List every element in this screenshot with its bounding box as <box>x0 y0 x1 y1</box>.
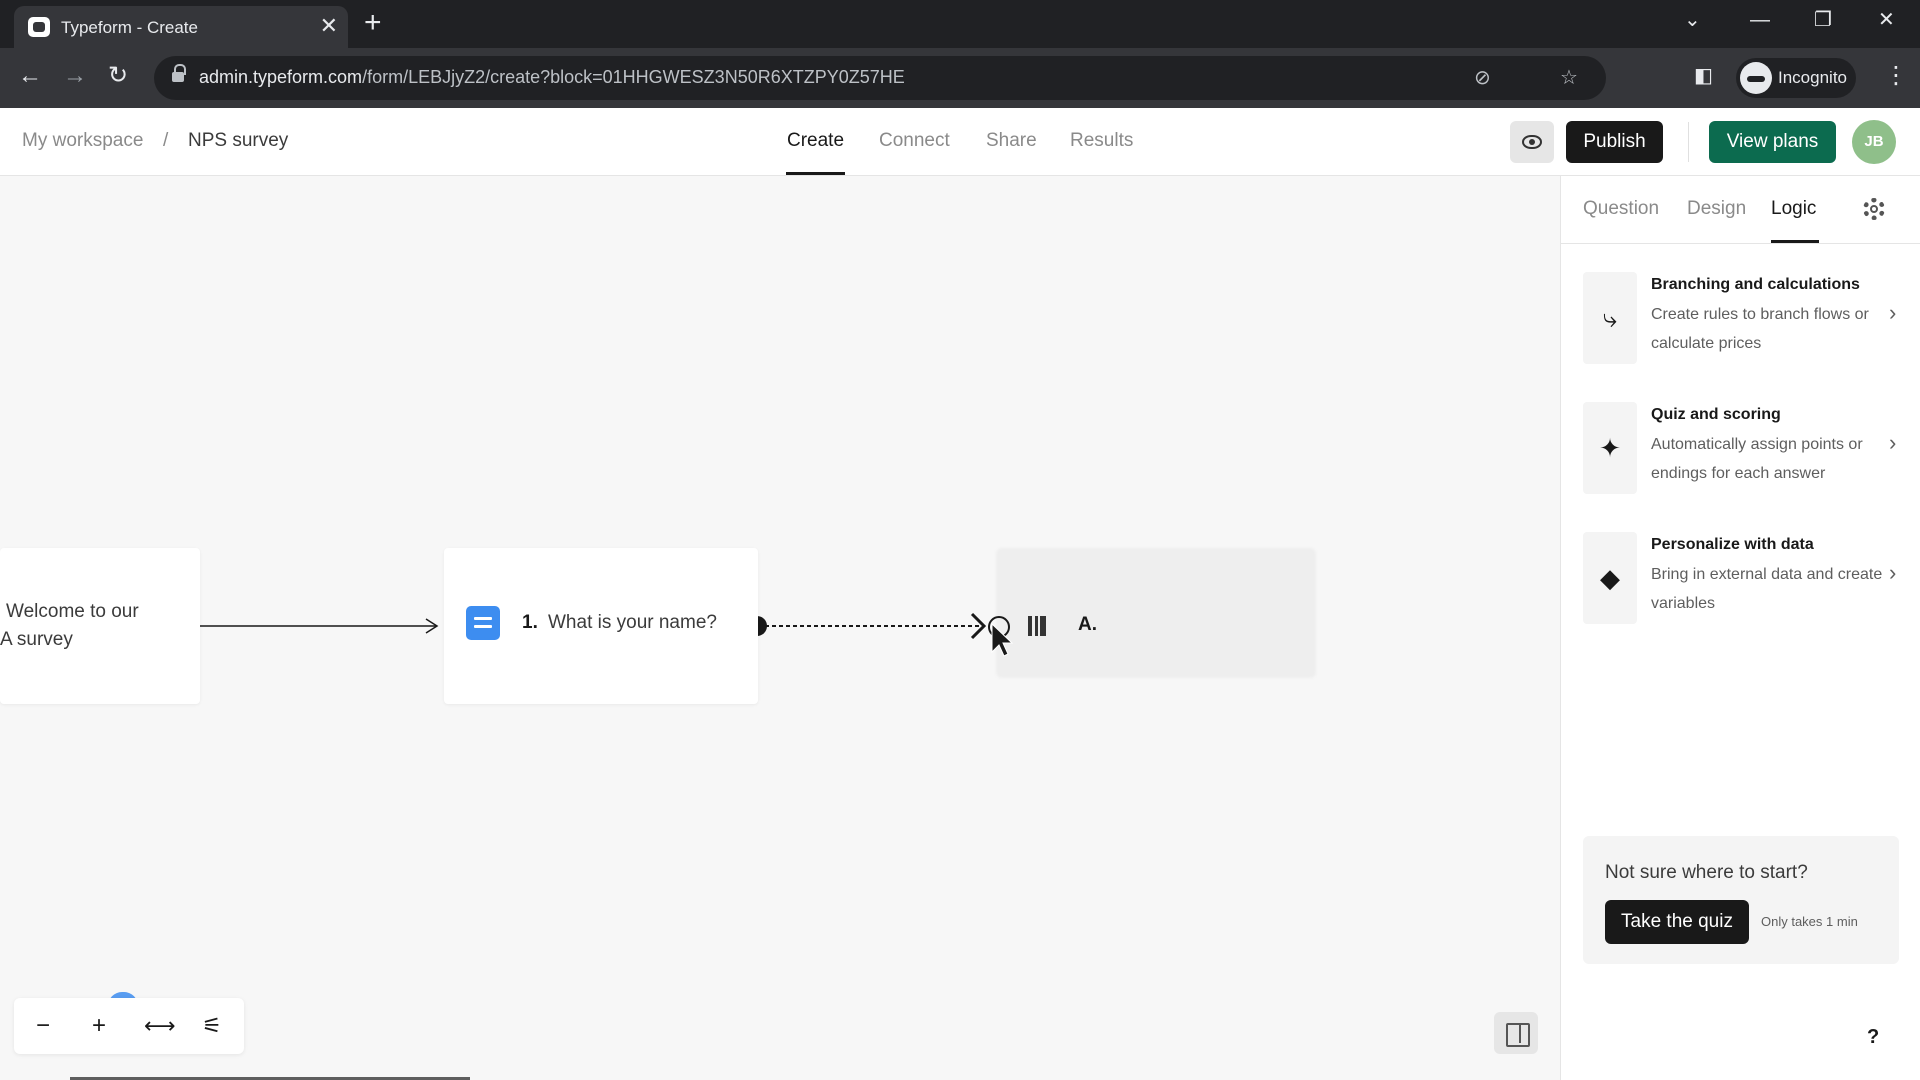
tab-connect[interactable]: Connect <box>879 130 950 152</box>
window-close-icon[interactable]: ✕ <box>1878 8 1895 32</box>
back-icon[interactable]: ← <box>18 62 42 90</box>
short-text-icon <box>466 606 500 640</box>
branch-icon: ⤷ <box>1583 272 1637 364</box>
tab-close-icon[interactable]: ✕ <box>320 14 338 38</box>
panel-divider <box>1561 243 1920 244</box>
question-text: What is your name? <box>548 612 717 633</box>
logic-item-title: Branching and calculations <box>1651 276 1860 293</box>
tab-title: Typeform - Create <box>61 18 198 37</box>
logic-item-title: Personalize with data <box>1651 536 1814 553</box>
url-text[interactable]: admin.typeform.com/form/LEBJjyZ2/create?… <box>199 67 905 88</box>
tracking-blocked-icon[interactable]: ⊘ <box>1474 66 1491 90</box>
zoom-in-icon[interactable]: + <box>92 1012 106 1040</box>
zoom-controls: − + ⟷ ⚟ <box>14 998 244 1054</box>
tab-results[interactable]: Results <box>1070 130 1133 152</box>
chevron-right-icon: › <box>1889 560 1897 585</box>
publish-button[interactable]: Publish <box>1566 121 1663 163</box>
lock-icon[interactable] <box>172 64 186 84</box>
panel-tab-question[interactable]: Question <box>1583 198 1659 220</box>
question-number: 1. <box>522 612 538 633</box>
chevron-right-icon: › <box>1889 430 1897 455</box>
browser-tab-bar: Typeform - Create ✕ + ⌄ — ❐ ✕ <box>0 0 1920 48</box>
multiple-choice-icon <box>1028 616 1046 636</box>
layout-settings-icon[interactable]: ⚟ <box>202 1012 222 1040</box>
incognito-badge[interactable]: Incognito <box>1736 58 1856 98</box>
browser-menu-icon[interactable]: ⋮ <box>1884 64 1908 88</box>
logic-item-branching[interactable]: ⤷ Branching and calculations Create rule… <box>1583 272 1899 378</box>
logic-item-personalize[interactable]: ◆ Personalize with data Bring in externa… <box>1583 532 1899 638</box>
active-tab-indicator <box>786 172 845 175</box>
header-divider <box>1688 122 1689 162</box>
tag-icon: ◆ <box>1583 532 1637 624</box>
breadcrumb-workspace[interactable]: My workspace <box>22 130 143 152</box>
restore-icon[interactable]: ❐ <box>1814 8 1832 32</box>
view-plans-button[interactable]: View plans <box>1709 121 1836 163</box>
minimize-icon[interactable]: — <box>1750 8 1770 32</box>
logic-side-panel: Question Design Logic ⤷ Branching and ca… <box>1560 176 1920 1080</box>
typeform-favicon-icon <box>28 17 50 37</box>
eye-icon <box>1522 135 1542 149</box>
incognito-label: Incognito <box>1778 68 1847 87</box>
gear-icon[interactable] <box>1863 198 1885 220</box>
user-avatar[interactable]: JB <box>1852 120 1896 164</box>
flow-edges <box>200 612 1014 657</box>
browser-tab[interactable]: Typeform - Create ✕ <box>14 6 348 48</box>
take-quiz-button[interactable]: Take the quiz <box>1605 900 1749 944</box>
toggle-panel-icon[interactable] <box>1494 1012 1538 1054</box>
side-panel-icon[interactable]: ◧ <box>1694 64 1713 88</box>
logic-map-canvas[interactable]: Welcome to our A survey 1. What is your … <box>0 176 1560 1080</box>
browser-toolbar: ← → ↻ admin.typeform.com/form/LEBJjyZ2/c… <box>0 48 1920 108</box>
breadcrumb-form-name[interactable]: NPS survey <box>188 130 288 152</box>
app-header: My workspace / NPS survey Create Connect… <box>0 108 1920 176</box>
panel-tab-design[interactable]: Design <box>1687 198 1746 220</box>
quiz-prompt-text: Not sure where to start? <box>1605 862 1808 883</box>
incognito-icon <box>1740 62 1772 94</box>
logic-item-desc: Create rules to branch flows or calculat… <box>1651 306 1869 352</box>
panel-tab-logic[interactable]: Logic <box>1771 198 1816 220</box>
chevron-right-icon: › <box>1889 300 1897 325</box>
logic-item-desc: Automatically assign points or endings f… <box>1651 436 1863 482</box>
logic-item-desc: Bring in external data and create variab… <box>1651 566 1883 612</box>
welcome-screen-node[interactable]: Welcome to our A survey <box>0 548 200 704</box>
tab-search-icon[interactable]: ⌄ <box>1684 8 1701 32</box>
breadcrumb-separator: / <box>163 130 169 151</box>
tab-share[interactable]: Share <box>986 130 1037 152</box>
forward-icon[interactable]: → <box>63 62 87 90</box>
ghost-node-label: A. <box>1078 614 1097 635</box>
quiz-prompt-card: Not sure where to start? Take the quiz O… <box>1583 836 1899 964</box>
bookmark-star-icon[interactable]: ☆ <box>1560 66 1578 90</box>
logic-item-quiz[interactable]: ✦ Quiz and scoring Automatically assign … <box>1583 402 1899 508</box>
logic-item-title: Quiz and scoring <box>1651 406 1781 423</box>
sparkle-icon: ✦ <box>1583 402 1637 494</box>
new-tab-button[interactable]: + <box>364 8 382 38</box>
help-icon[interactable]: ? <box>1867 1026 1879 1049</box>
question-node[interactable]: 1. What is your name? <box>444 548 758 704</box>
address-bar[interactable]: admin.typeform.com/form/LEBJjyZ2/create?… <box>154 56 1606 100</box>
zoom-out-icon[interactable]: − <box>36 1012 50 1040</box>
fit-to-screen-icon[interactable]: ⟷ <box>144 1012 176 1040</box>
preview-button[interactable] <box>1510 121 1554 163</box>
tab-create[interactable]: Create <box>787 130 844 152</box>
reload-icon[interactable]: ↻ <box>108 62 128 90</box>
quiz-hint: Only takes 1 min <box>1761 914 1858 929</box>
welcome-text: Welcome to our A survey <box>0 601 139 650</box>
